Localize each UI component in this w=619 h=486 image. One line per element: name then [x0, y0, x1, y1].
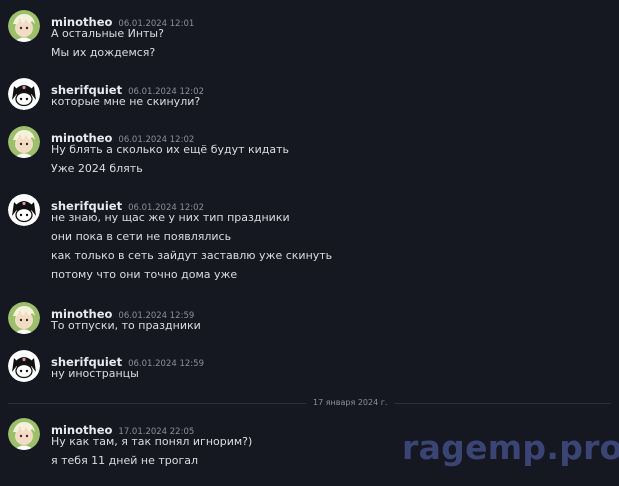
date-divider: 17 января 2024 г.	[8, 398, 611, 410]
message-text: ну иностранцы	[51, 367, 139, 380]
site-watermark: ragemp.pro	[402, 428, 619, 467]
message-text: То отпуски, то праздники	[51, 319, 201, 332]
chat-messages: minotheo 06.01.2024 12:01 А остальные Инт…	[0, 0, 619, 486]
message-text: я тебя 11 дней не трогал	[51, 454, 199, 467]
anime-character-avatar-icon[interactable]	[8, 302, 40, 334]
anime-character-avatar-icon[interactable]	[8, 126, 40, 158]
message-group: sherifquiet 06.01.2024 12:59 ну иностранц…	[0, 350, 619, 384]
message-timestamp: 06.01.2024 12:59	[128, 359, 204, 369]
message-text: Ну как там, я так понял игнорим?)	[51, 435, 253, 448]
message-text: А остальные Инты?	[51, 27, 164, 40]
kuromi-avatar-icon[interactable]	[8, 194, 40, 226]
message-text: Ну блять а сколько их ещё будут кидать	[51, 143, 290, 156]
message-text: Уже 2024 блять	[51, 162, 143, 175]
anime-character-avatar-icon[interactable]	[8, 418, 40, 450]
message-group: minotheo 06.01.2024 12:59 То отпуски, то …	[0, 302, 619, 336]
message-text: они пока в сети не появлялись	[51, 230, 232, 243]
message-text: потому что они точно дома уже	[51, 268, 238, 281]
message-text: не знаю, ну щас же у них тип праздники	[51, 211, 290, 224]
kuromi-avatar-icon[interactable]	[8, 350, 40, 382]
message-group: minotheo 06.01.2024 12:01 А остальные Инт…	[0, 10, 619, 62]
message-group: minotheo 06.01.2024 12:02 Ну блять а скол…	[0, 126, 619, 178]
message-text: как только в сеть зайдут заставлю уже ск…	[51, 249, 333, 262]
message-group: sherifquiet 06.01.2024 12:02 не знаю, ну …	[0, 194, 619, 284]
divider-line	[394, 403, 611, 404]
message-text: которые мне не скинули?	[51, 95, 201, 108]
message-text: Мы их дождемся?	[51, 46, 156, 59]
kuromi-avatar-icon[interactable]	[8, 78, 40, 110]
message-group: sherifquiet 06.01.2024 12:02 которые мне …	[0, 78, 619, 112]
anime-character-avatar-icon[interactable]	[8, 10, 40, 42]
divider-line	[8, 403, 306, 404]
date-divider-label: 17 января 2024 г.	[313, 398, 388, 407]
